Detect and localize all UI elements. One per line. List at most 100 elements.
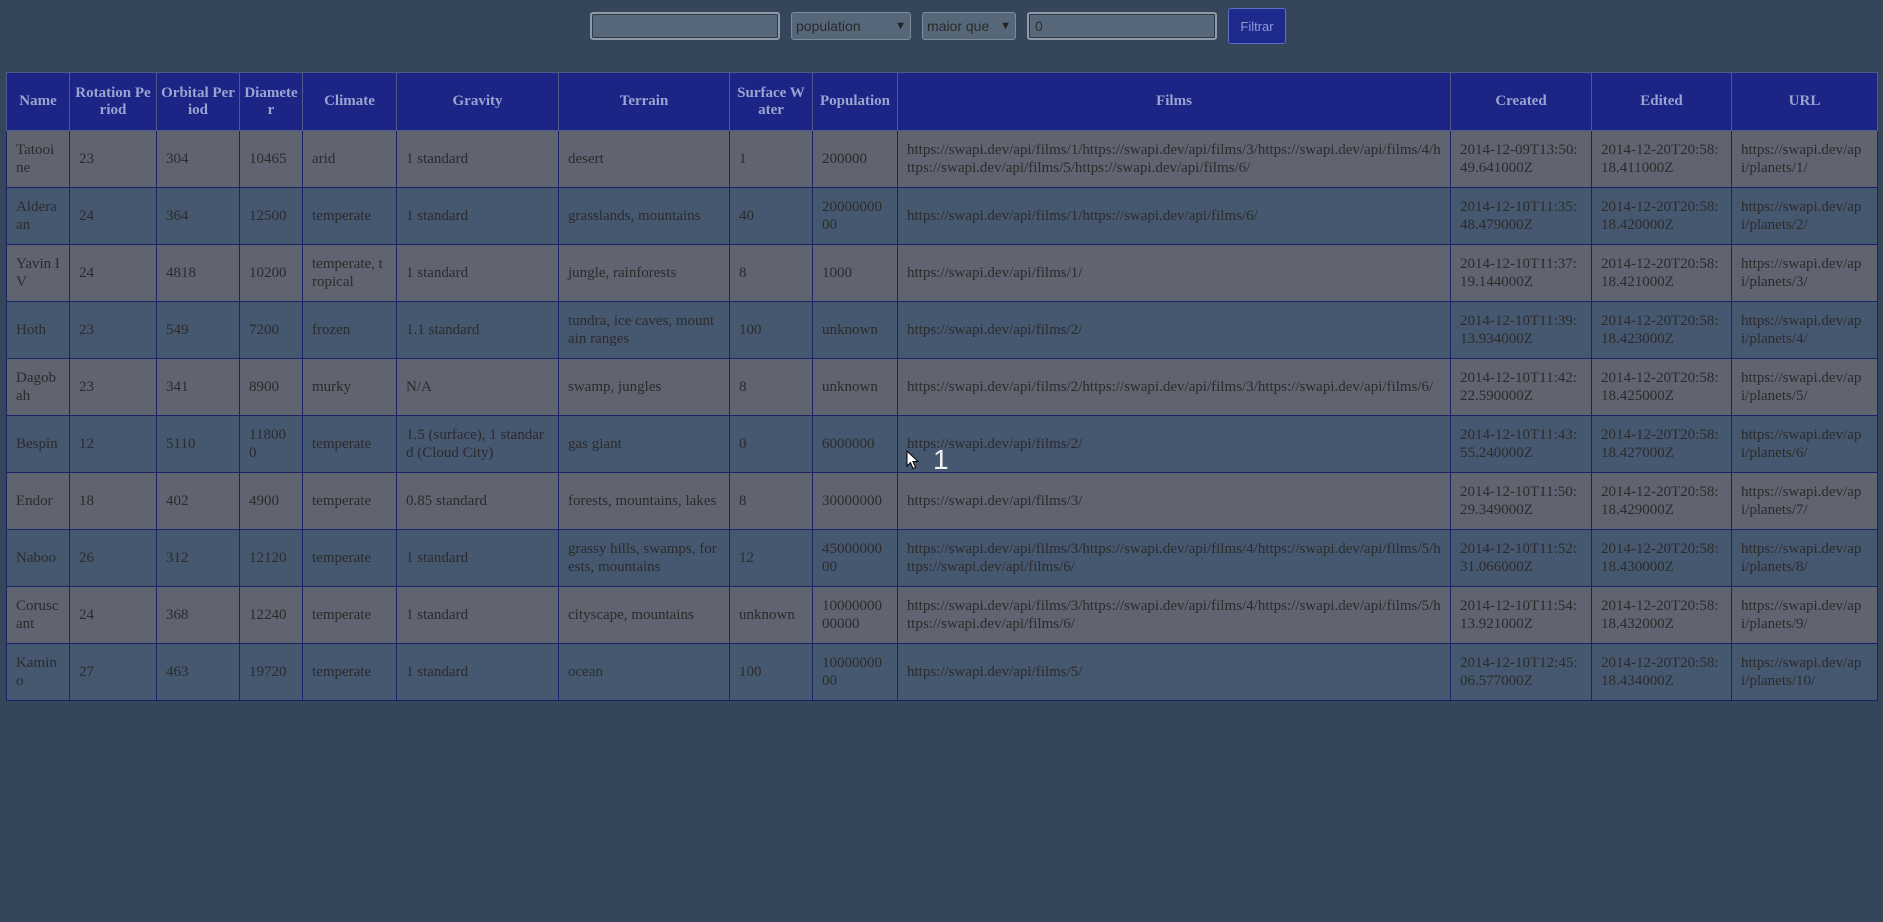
table-cell: 8 xyxy=(729,472,813,530)
table-cell: arid xyxy=(302,130,397,188)
chevron-down-icon: ▼ xyxy=(895,20,906,32)
table-cell: 100 xyxy=(729,643,813,701)
table-cell: 549 xyxy=(156,301,240,359)
table-cell: 2014-12-20T20:58:18.429000Z xyxy=(1591,472,1732,530)
table-cell: 2014-12-20T20:58:18.423000Z xyxy=(1591,301,1732,359)
table-cell: 0 xyxy=(729,415,813,473)
table-cell: Hoth xyxy=(6,301,70,359)
table-cell: 27 xyxy=(69,643,157,701)
table-cell: 368 xyxy=(156,586,240,644)
table-cell: 118000 xyxy=(239,415,303,473)
column-header: Terrain xyxy=(558,72,730,131)
mouse-pointer-icon xyxy=(906,450,920,470)
table-cell: Yavin IV xyxy=(6,244,70,302)
table-cell: tundra, ice caves, mountain ranges xyxy=(558,301,730,359)
table-cell: https://swapi.dev/api/films/2/ xyxy=(897,415,1451,473)
table-body: Tatooine 23 304 10465 arid 1 standard desert 1 2… xyxy=(6,130,1878,701)
table-cell: https://swapi.dev/api/planets/7/ xyxy=(1731,472,1878,530)
comparison-filter-select[interactable]: maior que ▼ xyxy=(922,12,1016,40)
table-cell: 12120 xyxy=(239,529,303,587)
table-cell: 1 standard xyxy=(396,643,559,701)
table-cell: 2014-12-20T20:58:18.427000Z xyxy=(1591,415,1732,473)
table-cell: https://swapi.dev/api/planets/10/ xyxy=(1731,643,1878,701)
chevron-down-icon: ▼ xyxy=(1000,20,1011,32)
table-cell: Kamino xyxy=(6,643,70,701)
table-cell: https://swapi.dev/api/films/3/https://sw… xyxy=(897,586,1451,644)
table-cell: temperate, tropical xyxy=(302,244,397,302)
name-filter-input[interactable] xyxy=(590,12,780,40)
table-cell: https://swapi.dev/api/planets/3/ xyxy=(1731,244,1878,302)
column-header: Edited xyxy=(1591,72,1732,131)
table-cell: 341 xyxy=(156,358,240,416)
table-cell: 2014-12-20T20:58:18.425000Z xyxy=(1591,358,1732,416)
table-cell: 4900 xyxy=(239,472,303,530)
table-cell: https://swapi.dev/api/planets/5/ xyxy=(1731,358,1878,416)
table-cell: 2014-12-20T20:58:18.411000Z xyxy=(1591,130,1732,188)
table-cell: Endor xyxy=(6,472,70,530)
table-cell: 2014-12-20T20:58:18.434000Z xyxy=(1591,643,1732,701)
table-cell: https://swapi.dev/api/films/1/https://sw… xyxy=(897,187,1451,245)
table-cell: 2014-12-10T11:39:13.934000Z xyxy=(1450,301,1592,359)
table-cell: unknown xyxy=(812,301,898,359)
column-header: URL xyxy=(1731,72,1878,131)
table-cell: 2014-12-10T11:50:29.349000Z xyxy=(1450,472,1592,530)
table-cell: https://swapi.dev/api/planets/2/ xyxy=(1731,187,1878,245)
table-cell: 2014-12-09T13:50:49.641000Z xyxy=(1450,130,1592,188)
table-cell: 463 xyxy=(156,643,240,701)
table-cell: 312 xyxy=(156,529,240,587)
table-header: Name Rotation Period Orbital Period Diamete… xyxy=(6,72,1878,131)
table-cell: 4500000000 xyxy=(812,529,898,587)
table-cell: 100 xyxy=(729,301,813,359)
table-cell: 19720 xyxy=(239,643,303,701)
table-cell: 2000000000 xyxy=(812,187,898,245)
table-cell: 2014-12-10T11:42:22.590000Z xyxy=(1450,358,1592,416)
table-cell: 8 xyxy=(729,358,813,416)
table-cell: 18 xyxy=(69,472,157,530)
table-cell: cityscape, mountains xyxy=(558,586,730,644)
table-cell: 23 xyxy=(69,301,157,359)
table-cell: 6000000 xyxy=(812,415,898,473)
table-cell: N/A xyxy=(396,358,559,416)
table-row: Kamino 27 463 19720 temperate 1 standard ocean… xyxy=(6,643,1878,701)
table-cell: temperate xyxy=(302,472,397,530)
table-cell: forests, mountains, lakes xyxy=(558,472,730,530)
table-cell: 2014-12-10T11:35:48.479000Z xyxy=(1450,187,1592,245)
table-cell: Alderaan xyxy=(6,187,70,245)
table-cell: https://swapi.dev/api/films/2/https://sw… xyxy=(897,358,1451,416)
table-cell: jungle, rainforests xyxy=(558,244,730,302)
table-row: Yavin IV 24 4818 10200 temperate, tropical 1 … xyxy=(6,244,1878,302)
planets-table: Name Rotation Period Orbital Period Diamete… xyxy=(6,72,1878,701)
table-cell: 8 xyxy=(729,244,813,302)
table-cell: 1000000000000 xyxy=(812,586,898,644)
table-cell: 10200 xyxy=(239,244,303,302)
comparison-filter-value: maior que xyxy=(927,18,990,34)
table-row: Endor 18 402 4900 temperate 0.85 standard fore… xyxy=(6,472,1878,530)
table-cell: 24 xyxy=(69,586,157,644)
table-row: Coruscant 24 368 12240 temperate 1 standard ci… xyxy=(6,586,1878,644)
table-cell: unknown xyxy=(729,586,813,644)
filter-bar: population ▼ maior que ▼ 0 Filtrar xyxy=(590,8,1286,44)
table-cell: https://swapi.dev/api/films/3/ xyxy=(897,472,1451,530)
column-filter-value: population xyxy=(796,18,861,34)
table-cell: frozen xyxy=(302,301,397,359)
table-cell: https://swapi.dev/api/films/5/ xyxy=(897,643,1451,701)
column-header: Surface Water xyxy=(729,72,813,131)
table-cell: 10465 xyxy=(239,130,303,188)
filter-button[interactable]: Filtrar xyxy=(1228,8,1286,44)
table-cell: 2014-12-20T20:58:18.420000Z xyxy=(1591,187,1732,245)
value-filter-input[interactable]: 0 xyxy=(1027,12,1217,40)
table-cell: 40 xyxy=(729,187,813,245)
table-row: Alderaan 24 364 12500 temperate 1 standard gra… xyxy=(6,187,1878,245)
table-cell: 5110 xyxy=(156,415,240,473)
table-cell: 1 standard xyxy=(396,130,559,188)
table-cell: 8900 xyxy=(239,358,303,416)
table-cell: temperate xyxy=(302,643,397,701)
table-cell: https://swapi.dev/api/planets/6/ xyxy=(1731,415,1878,473)
table-cell: 2014-12-10T11:37:19.144000Z xyxy=(1450,244,1592,302)
table-cell: 2014-12-10T11:43:55.240000Z xyxy=(1450,415,1592,473)
column-filter-select[interactable]: population ▼ xyxy=(791,12,911,40)
column-header: Population xyxy=(812,72,898,131)
table-row: Naboo 26 312 12120 temperate 1 standard grassy… xyxy=(6,529,1878,587)
table-cell: 1 standard xyxy=(396,187,559,245)
column-header: Films xyxy=(897,72,1451,131)
